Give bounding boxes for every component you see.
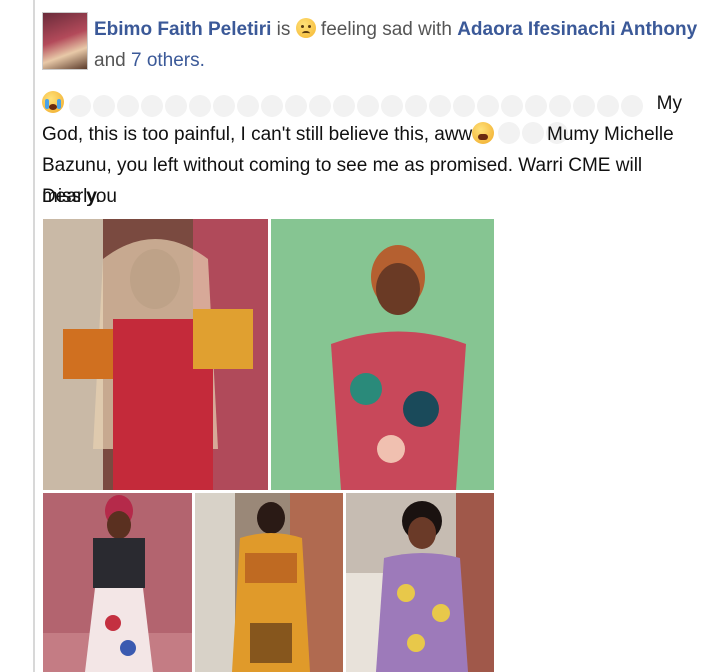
blank-emoji-icon — [261, 95, 284, 117]
body-line-2-text: God, this is too painful, I can't still … — [42, 124, 473, 145]
photo-5-image — [346, 493, 494, 672]
photo-1-image — [43, 219, 268, 490]
blank-emoji-icon — [429, 95, 452, 117]
crying-face-icon — [42, 91, 64, 113]
blank-emoji-icon — [117, 95, 140, 117]
sad-face-icon — [295, 18, 316, 38]
photo-4[interactable] — [195, 493, 343, 672]
blank-emoji-icon — [621, 95, 644, 117]
author-name-link[interactable]: Ebimo Faith Peletiri — [94, 19, 271, 40]
photo-1[interactable] — [43, 219, 268, 490]
photo-3-image — [43, 493, 192, 672]
post-body-line-3: Bazunu, you left without coming to see m… — [42, 155, 643, 207]
blank-emoji-icon — [213, 95, 236, 117]
blank-emoji-icon — [237, 95, 260, 117]
blank-emoji-icon — [501, 95, 524, 117]
post-left-border — [33, 0, 35, 672]
blank-emoji-icon — [69, 95, 92, 117]
blank-emoji-icon — [141, 95, 164, 117]
others-link[interactable]: 7 others. — [131, 50, 205, 71]
emoji-placeholder-row — [69, 92, 645, 117]
photo-5[interactable] — [346, 493, 494, 672]
body-line-1-tail: My — [656, 93, 682, 114]
photo-2[interactable] — [271, 219, 494, 490]
blank-emoji-icon — [522, 122, 545, 144]
blank-emoji-icon — [597, 95, 620, 117]
blank-emoji-icon — [381, 95, 404, 117]
weary-face-icon — [472, 122, 495, 144]
blank-emoji-icon — [573, 95, 596, 117]
author-avatar[interactable] — [42, 12, 88, 70]
post-body-line-4: Dearly. — [42, 186, 101, 207]
post-body-line-1: My — [42, 88, 682, 119]
photo-2-image — [271, 219, 494, 490]
blank-emoji-icon — [357, 95, 380, 117]
blank-emoji-icon — [525, 95, 548, 117]
blank-emoji-icon — [477, 95, 500, 117]
tagged-user-link[interactable]: Adaora Ifesinachi Anthony — [457, 19, 697, 40]
feeling-text: feeling sad with — [315, 19, 458, 40]
and-text: and — [94, 50, 131, 71]
post-header: Ebimo Faith Peletiri is feeling sad with… — [42, 10, 702, 76]
blank-emoji-icon — [165, 95, 188, 117]
post-header-text: Ebimo Faith Peletiri is feeling sad with… — [94, 14, 714, 76]
blank-emoji-icon — [405, 95, 428, 117]
blank-emoji-icon — [93, 95, 116, 117]
blank-emoji-icon — [189, 95, 212, 117]
body-line-2-tail: Mumy Michelle — [547, 124, 674, 145]
post-card: Ebimo Faith Peletiri is feeling sad with… — [0, 0, 720, 672]
blank-emoji-icon — [549, 95, 572, 117]
blank-emoji-icon — [285, 95, 308, 117]
blank-emoji-icon — [333, 95, 356, 117]
post-body: My God, this is too painful, I can't sti… — [42, 88, 682, 212]
photo-3[interactable] — [43, 493, 192, 672]
blank-emoji-icon — [309, 95, 332, 117]
post-body-line-2: God, this is too painful, I can't still … — [42, 119, 682, 150]
blank-emoji-icon — [453, 95, 476, 117]
blank-emoji-icon — [498, 122, 521, 144]
photo-4-image — [195, 493, 343, 672]
is-text: is — [271, 19, 296, 40]
